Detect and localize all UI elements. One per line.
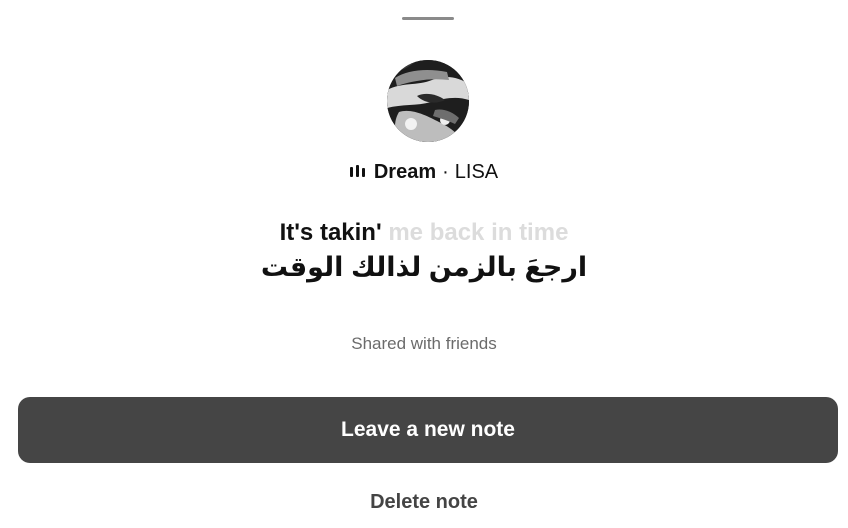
note-audience-label: Shared with friends: [351, 334, 497, 353]
lyric-upcoming-text: me back in time: [388, 219, 569, 246]
lyric-sung-text: It's takin': [279, 219, 382, 246]
lyrics-display: It's takin' me back in time ارجعَ بالزمن…: [0, 216, 848, 286]
sheet-drag-handle[interactable]: [402, 17, 454, 20]
album-cover: [387, 60, 469, 142]
equalizer-bars-icon: [349, 157, 366, 185]
now-playing-track[interactable]: Dream · LISA: [0, 158, 848, 186]
title-artist-separator: ·: [442, 161, 449, 183]
note-bottom-sheet: Dream · LISA It's takin' me back in time ا…: [0, 0, 848, 528]
leave-new-note-button[interactable]: Leave a new note: [18, 397, 838, 463]
delete-note-button[interactable]: Delete note: [0, 488, 848, 516]
song-title: Dream: [373, 161, 437, 183]
lyric-line: It's takin' me back in time: [0, 216, 848, 250]
lyric-translation: ارجعَ بالزمن لذالك الوقت: [260, 252, 588, 282]
artist-name: LISA: [454, 161, 499, 183]
